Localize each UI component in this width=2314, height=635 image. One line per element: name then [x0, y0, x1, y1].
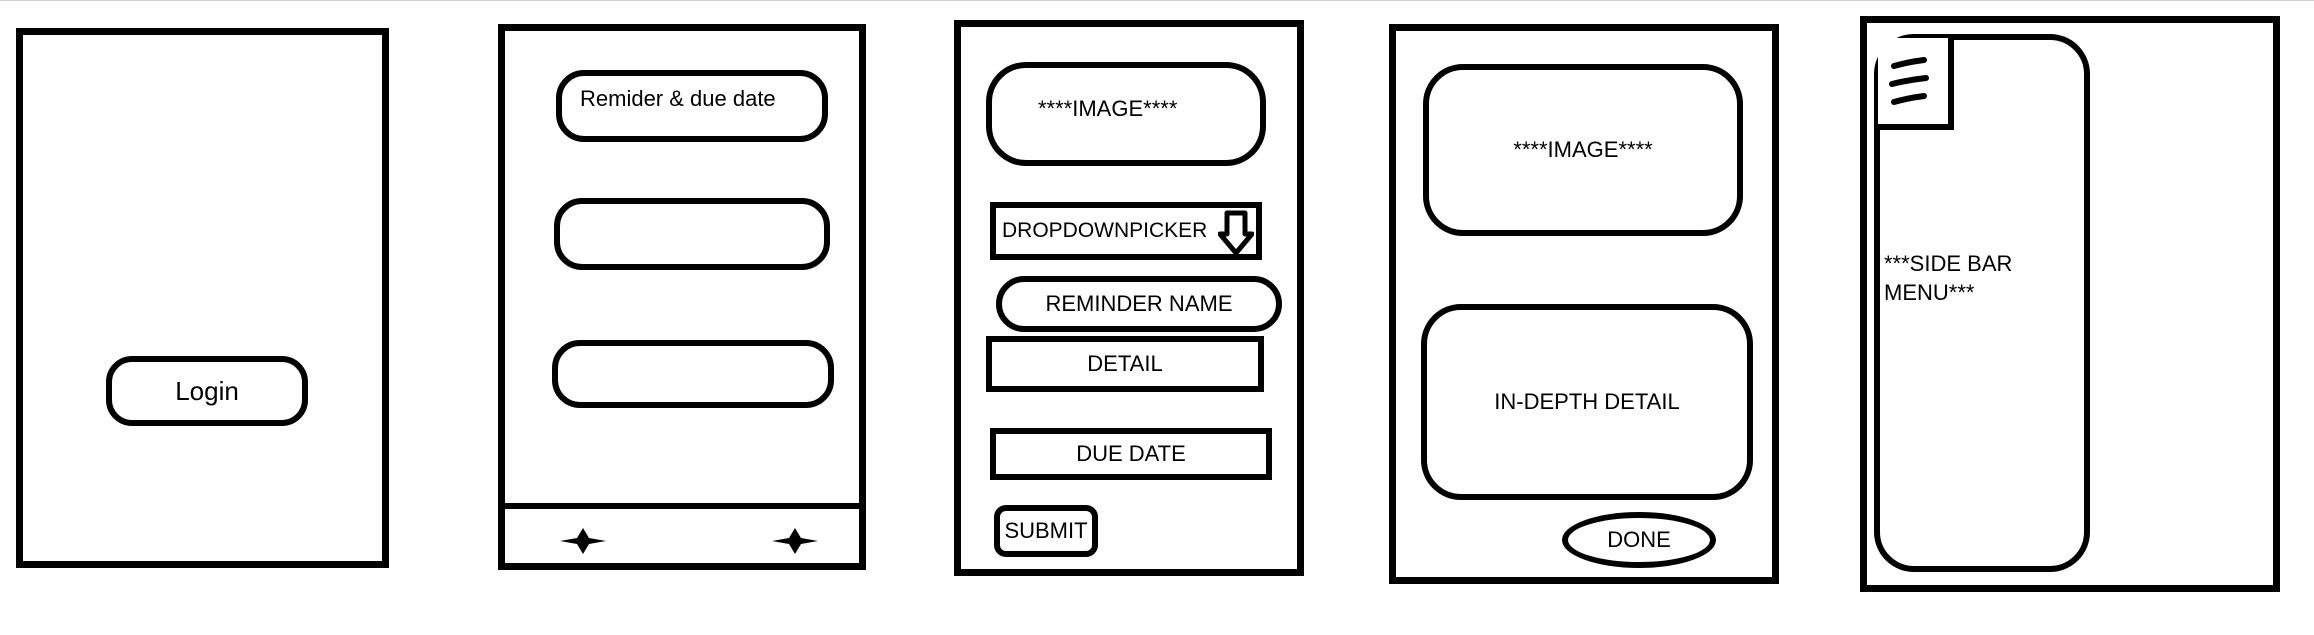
- in-depth-detail-panel: IN-DEPTH DETAIL: [1421, 304, 1753, 500]
- side-bar-menu-line-1: ***SIDE BAR: [1884, 251, 2013, 276]
- detail-image-placeholder: ****IMAGE****: [1423, 64, 1743, 236]
- due-date-field[interactable]: DUE DATE: [990, 428, 1272, 480]
- submit-button[interactable]: SUBMIT: [994, 505, 1098, 557]
- reminder-card-2[interactable]: [554, 198, 830, 270]
- in-depth-detail-label: IN-DEPTH DETAIL: [1494, 389, 1680, 414]
- hamburger-menu-button[interactable]: [1878, 38, 1954, 130]
- done-label: DONE: [1607, 527, 1671, 552]
- reminder-card-3[interactable]: [552, 340, 834, 408]
- image-placeholder: ****IMAGE****: [986, 62, 1266, 166]
- side-bar-menu-text: ***SIDE BAR MENU***: [1884, 250, 2012, 307]
- top-divider: [0, 0, 2314, 1]
- reminder-name-field[interactable]: REMINDER NAME: [996, 276, 1282, 332]
- done-button[interactable]: DONE: [1562, 512, 1716, 568]
- reminder-card-1-label: Remider & due date: [580, 86, 776, 111]
- side-bar-menu-line-2: MENU***: [1884, 279, 1975, 305]
- detail-image-label: ****IMAGE****: [1513, 137, 1653, 162]
- hamburger-icon: [1889, 57, 1929, 105]
- dropdown-picker-label: DROPDOWNPICKER: [1002, 219, 1208, 242]
- reminder-card-1[interactable]: Remider & due date: [556, 70, 828, 142]
- bottom-nav-divider: [498, 503, 866, 509]
- nav-left-icon[interactable]: [560, 528, 606, 554]
- login-screen: [16, 28, 389, 568]
- nav-right-icon[interactable]: [772, 528, 818, 554]
- submit-label: SUBMIT: [1004, 518, 1088, 543]
- reminder-name-label: REMINDER NAME: [1045, 291, 1233, 316]
- detail-label: DETAIL: [1087, 351, 1163, 376]
- detail-field[interactable]: DETAIL: [986, 336, 1264, 392]
- arrow-down-icon[interactable]: [1218, 210, 1254, 256]
- due-date-label: DUE DATE: [1076, 441, 1186, 466]
- login-button-label: Login: [175, 375, 239, 406]
- login-button[interactable]: Login: [106, 356, 308, 426]
- image-placeholder-label: ****IMAGE****: [1038, 96, 1178, 121]
